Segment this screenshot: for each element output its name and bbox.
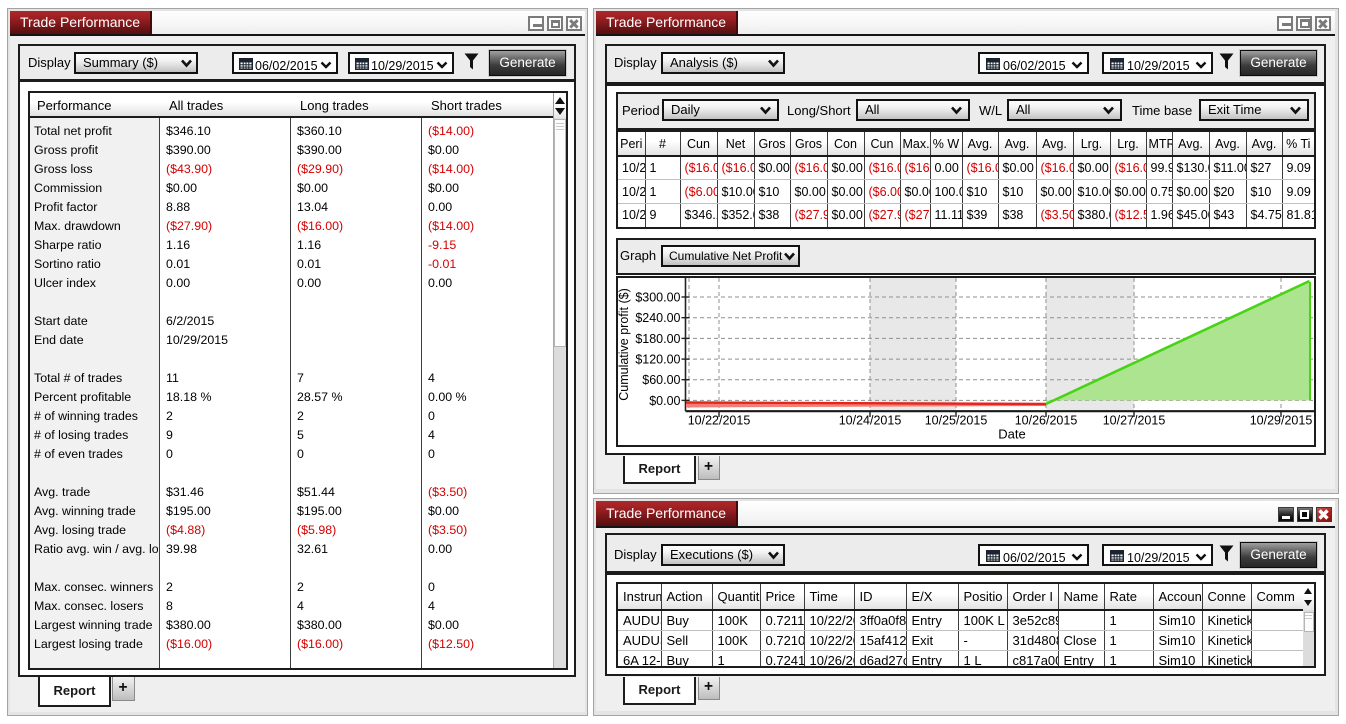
svg-text:10/25/2015: 10/25/2015: [925, 414, 988, 428]
svg-text:Date: Date: [998, 427, 1025, 442]
svg-text:$120.00: $120.00: [635, 353, 680, 367]
svg-text:10/24/2015: 10/24/2015: [839, 414, 902, 428]
svg-text:Cumulative profit ($): Cumulative profit ($): [617, 288, 631, 401]
svg-text:$60.00: $60.00: [642, 373, 680, 387]
svg-text:$180.00: $180.00: [635, 332, 680, 346]
svg-text:10/27/2015: 10/27/2015: [1103, 414, 1166, 428]
svg-text:$300.00: $300.00: [635, 291, 680, 305]
svg-text:$0.00: $0.00: [649, 394, 680, 408]
svg-text:10/29/2015: 10/29/2015: [1250, 414, 1313, 428]
svg-text:10/26/2015: 10/26/2015: [1015, 414, 1078, 428]
svg-text:10/22/2015: 10/22/2015: [688, 414, 751, 428]
svg-text:$240.00: $240.00: [635, 311, 680, 325]
